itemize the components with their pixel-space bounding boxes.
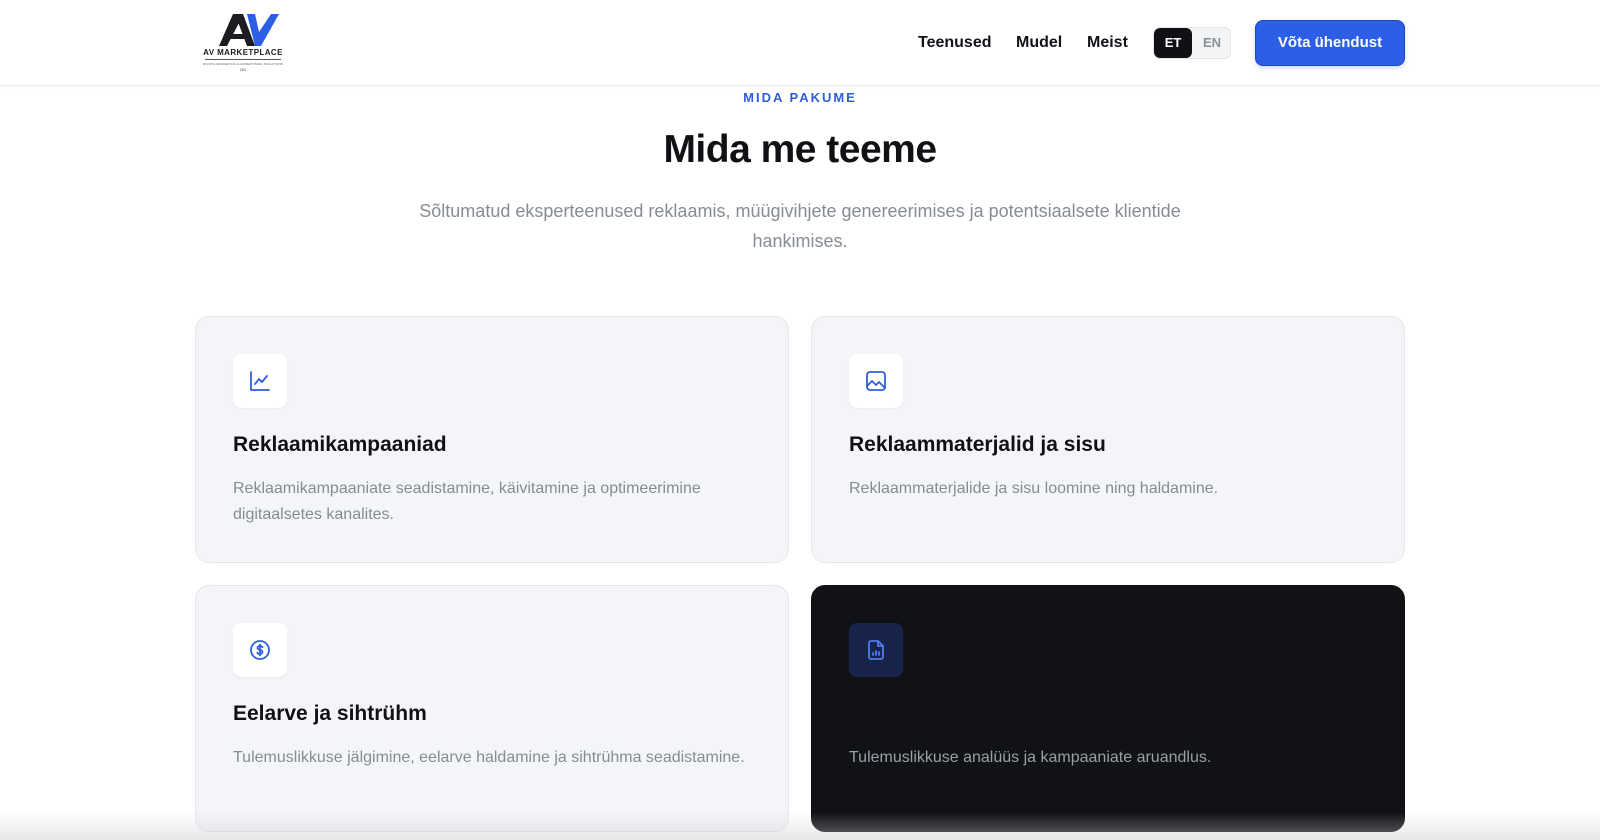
card-description: Reklaamikampaaniate seadistamine, käivit… [233,480,701,523]
image-icon [866,371,886,391]
language-et-button[interactable]: ET [1154,28,1192,58]
service-card-reporting: Tulemuslikkuse analüüs ja kampaaniate ar… [811,585,1405,832]
card-title: Reklaammaterjalid ja sisu [849,433,1106,456]
contact-button[interactable]: Võta ühendust [1255,20,1405,66]
card-icon-container [849,623,903,677]
logo-tagline: DIGITAL MARKETING & ADVERTISING SOLUTION… [202,62,284,66]
section-eyebrow: MIDA PAKUME [743,90,857,105]
logo-divider [205,59,281,60]
logo-suffix: OÜ [240,67,246,72]
service-card-budget: Eelarve ja sihtrühm Tulemuslikkuse jälgi… [195,585,789,832]
card-icon-container [849,354,903,408]
report-file-icon [868,640,884,660]
card-title: Reklaamikampaaniad [233,433,447,456]
section-subtitle: Sõltumatud eksperteenused reklaamis, müü… [419,201,1181,251]
av-logo-mark-icon [219,14,279,46]
card-icon-container [233,623,287,677]
card-icon-container [233,354,287,408]
card-description: Tulemuslikkuse analüüs ja kampaaniate ar… [849,749,1212,766]
nav-link-meist[interactable]: Meist [1087,30,1128,56]
card-title: Eelarve ja sihtrühm [233,702,427,725]
language-en-button[interactable]: EN [1193,28,1230,58]
language-switcher: ET EN [1153,27,1231,59]
line-chart-icon [250,371,270,391]
nav-link-teenused[interactable]: Teenused [918,30,992,56]
site-header: AV MARKETPLACE DIGITAL MARKETING & ADVER… [0,0,1600,86]
service-card-campaigns: Reklaamikampaaniad Reklaamikampaaniate s… [195,316,789,563]
card-description: Reklaammaterjalide ja sisu loomine ning … [849,480,1219,497]
logo-name: AV MARKETPLACE [203,48,283,57]
dollar-circle-icon [250,640,270,660]
section-title: Mida me teeme [663,128,937,171]
nav-link-mudel[interactable]: Mudel [1016,30,1062,56]
service-card-content: Reklaammaterjalid ja sisu Reklaammaterja… [811,316,1405,563]
card-description: Tulemuslikkuse jälgimine, eelarve haldam… [233,749,745,766]
logo[interactable]: AV MARKETPLACE DIGITAL MARKETING & ADVER… [197,12,289,74]
